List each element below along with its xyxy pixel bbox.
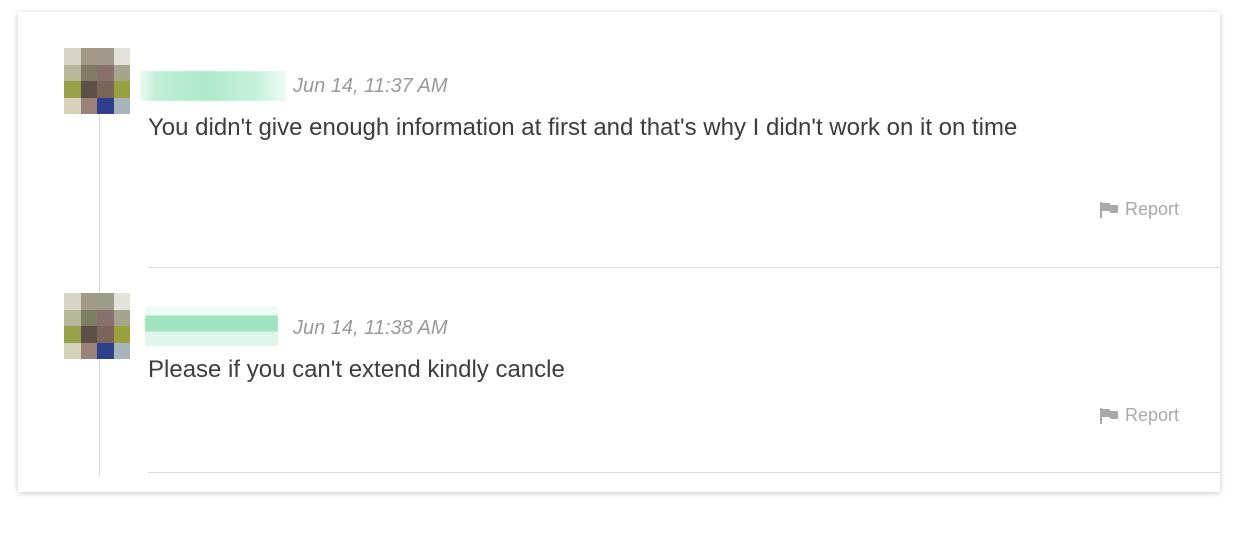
avatar[interactable] xyxy=(64,48,130,114)
report-label[interactable]: Report xyxy=(1125,405,1179,426)
message-divider xyxy=(148,267,1220,268)
author-name-redacted[interactable] xyxy=(140,71,286,101)
avatar[interactable] xyxy=(64,293,130,359)
report-link[interactable]: Report xyxy=(1099,405,1179,426)
report-label[interactable]: Report xyxy=(1125,199,1179,220)
timestamp: Jun 14, 11:38 AM xyxy=(293,317,448,339)
message-text: Please if you can't extend kindly cancle xyxy=(148,356,565,383)
report-link[interactable]: Report xyxy=(1099,199,1179,220)
flag-icon xyxy=(1100,201,1118,218)
timestamp: Jun 14, 11:37 AM xyxy=(293,75,448,97)
author-name-redacted[interactable] xyxy=(145,306,278,346)
flag-icon xyxy=(1100,407,1118,424)
message-text: You didn't give enough information at fi… xyxy=(148,114,1018,141)
thread-line xyxy=(99,96,100,476)
message-divider xyxy=(148,472,1220,473)
